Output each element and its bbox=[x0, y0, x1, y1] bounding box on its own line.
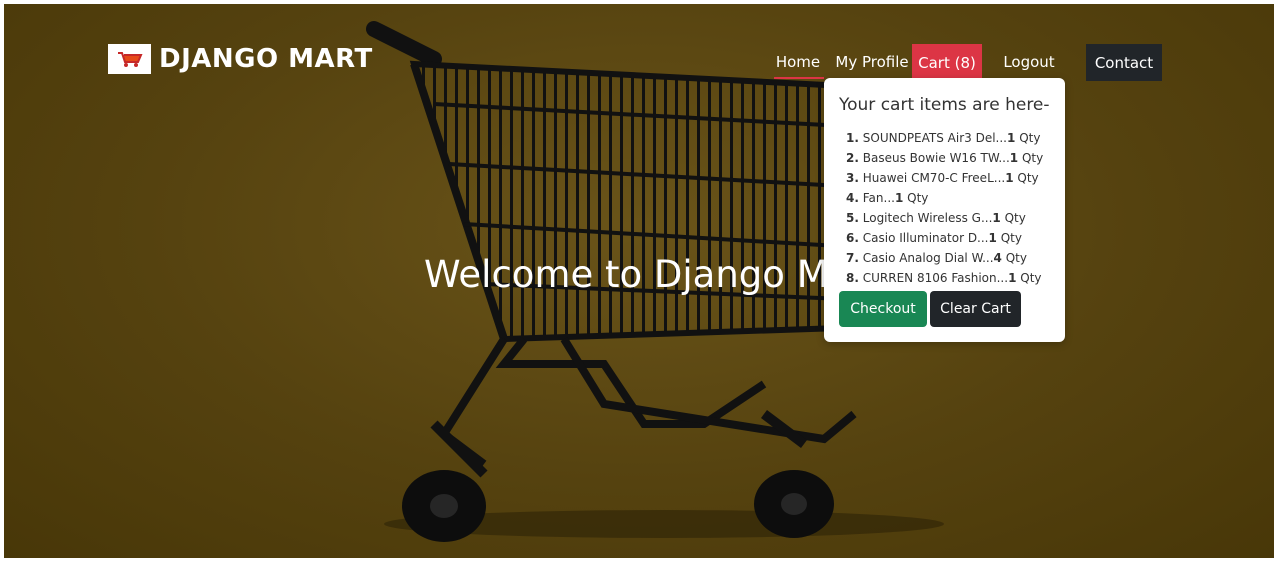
cart-item: 1. SOUNDPEATS Air3 Del...1 Qty bbox=[846, 131, 1041, 145]
hero-heading: Welcome to Django Ma bbox=[424, 253, 852, 296]
shopping-cart-logo-icon bbox=[108, 44, 151, 74]
cart-item: 3. Huawei CM70-C FreeL...1 Qty bbox=[846, 171, 1039, 185]
nav-logout-link[interactable]: Logout bbox=[996, 48, 1062, 76]
checkout-button[interactable]: Checkout bbox=[839, 291, 927, 327]
nav-contact-button[interactable]: Contact bbox=[1086, 44, 1162, 81]
nav-cart-button[interactable]: Cart (8) bbox=[912, 44, 982, 81]
nav-my-profile-link[interactable]: My Profile bbox=[834, 48, 910, 76]
brand-name: DJANGO MART bbox=[159, 44, 373, 74]
nav-active-indicator bbox=[774, 77, 824, 79]
cart-item: 6. Casio Illuminator D...1 Qty bbox=[846, 231, 1022, 245]
cart-item: 8. CURREN 8106 Fashion...1 Qty bbox=[846, 271, 1042, 285]
clear-cart-button[interactable]: Clear Cart bbox=[930, 291, 1021, 327]
cart-item: 7. Casio Analog Dial W...4 Qty bbox=[846, 251, 1027, 265]
nav-home-link[interactable]: Home bbox=[772, 48, 824, 76]
cart-popover: Your cart items are here- 1. SOUNDPEATS … bbox=[824, 78, 1065, 342]
cart-item: 5. Logitech Wireless G...1 Qty bbox=[846, 211, 1026, 225]
cart-item: 4. Fan...1 Qty bbox=[846, 191, 929, 205]
cart-item: 2. Baseus Bowie W16 TW...1 Qty bbox=[846, 151, 1044, 165]
brand-link[interactable]: DJANGO MART bbox=[108, 42, 373, 76]
cart-items-list: 1. SOUNDPEATS Air3 Del...1 Qty 2. Baseus… bbox=[846, 128, 1043, 288]
cart-popover-title: Your cart items are here- bbox=[839, 95, 1050, 115]
